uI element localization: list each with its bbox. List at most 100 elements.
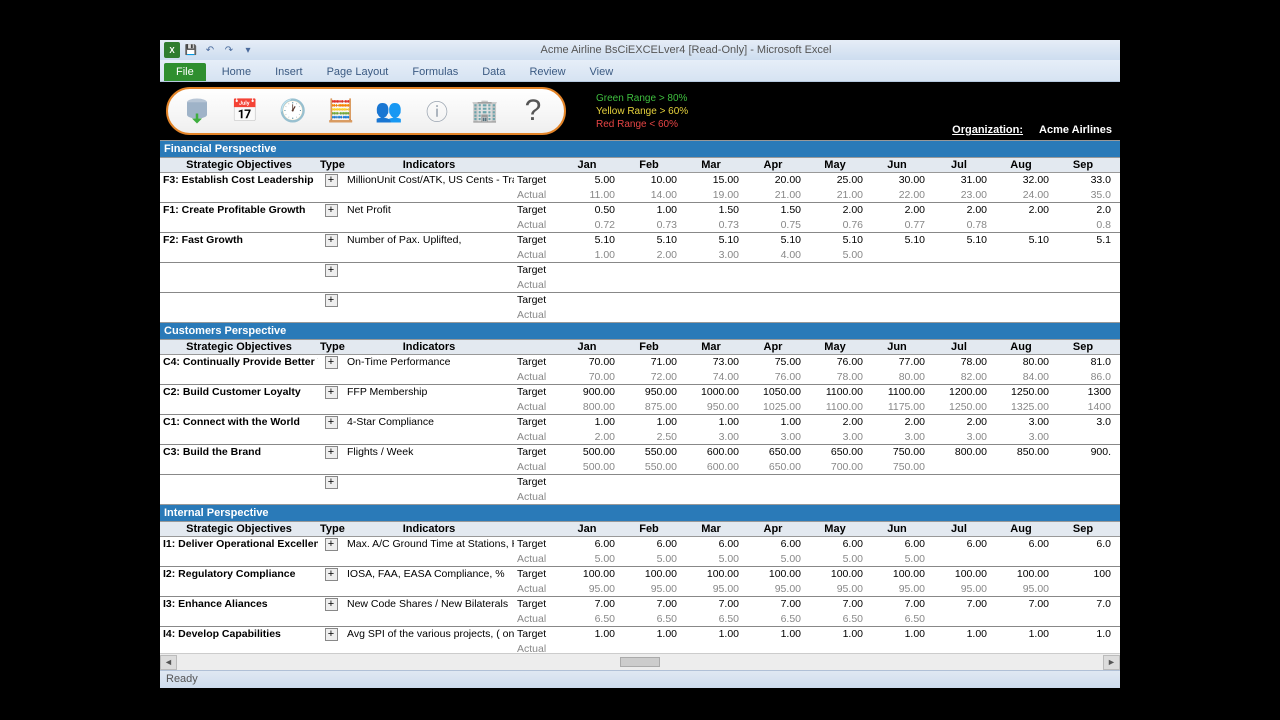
cell[interactable]: 5.10 bbox=[556, 233, 618, 248]
cell[interactable]: 500.00 bbox=[556, 445, 618, 460]
cell[interactable]: 74.00 bbox=[680, 370, 742, 384]
cell[interactable]: 95.00 bbox=[556, 582, 618, 596]
cell[interactable]: 2.00 bbox=[990, 203, 1052, 218]
cell[interactable]: 100.00 bbox=[866, 567, 928, 582]
cell[interactable] bbox=[1052, 642, 1114, 653]
tab-formulas[interactable]: Formulas bbox=[400, 63, 470, 81]
cell[interactable]: 5.00 bbox=[680, 552, 742, 566]
cell[interactable]: 6.50 bbox=[742, 612, 804, 626]
cell[interactable]: 100.00 bbox=[680, 567, 742, 582]
cell[interactable]: 1.00 bbox=[556, 248, 618, 262]
cell[interactable]: 2.00 bbox=[804, 415, 866, 430]
cell[interactable] bbox=[990, 490, 1052, 504]
users-icon[interactable]: 👥 bbox=[370, 92, 408, 130]
worksheet[interactable]: Financial PerspectiveStrategic Objective… bbox=[160, 140, 1120, 653]
cell[interactable] bbox=[1052, 552, 1114, 566]
cell[interactable]: 73.00 bbox=[680, 355, 742, 370]
cell[interactable]: 850.00 bbox=[990, 445, 1052, 460]
cell[interactable]: 800.00 bbox=[556, 400, 618, 414]
cell[interactable]: 2.0 bbox=[1052, 203, 1114, 218]
tab-data[interactable]: Data bbox=[470, 63, 517, 81]
cell[interactable]: 95.00 bbox=[990, 582, 1052, 596]
cell[interactable] bbox=[618, 308, 680, 322]
cell[interactable] bbox=[990, 218, 1052, 232]
cell[interactable] bbox=[866, 293, 928, 308]
cell[interactable] bbox=[928, 475, 990, 490]
cell[interactable]: 1100.00 bbox=[804, 400, 866, 414]
cell[interactable]: 1250.00 bbox=[990, 385, 1052, 400]
cell[interactable]: 75.00 bbox=[742, 355, 804, 370]
cell[interactable] bbox=[556, 308, 618, 322]
cell[interactable] bbox=[804, 263, 866, 278]
cell[interactable]: 1.00 bbox=[742, 415, 804, 430]
tab-view[interactable]: View bbox=[578, 63, 626, 81]
cell[interactable]: 6.50 bbox=[804, 612, 866, 626]
cell[interactable] bbox=[1052, 278, 1114, 292]
cell[interactable]: 2.00 bbox=[866, 415, 928, 430]
cell[interactable] bbox=[1052, 248, 1114, 262]
cell[interactable] bbox=[804, 308, 866, 322]
cell[interactable]: 0.78 bbox=[928, 218, 990, 232]
cell[interactable] bbox=[928, 248, 990, 262]
cell[interactable]: 875.00 bbox=[618, 400, 680, 414]
cell[interactable]: 15.00 bbox=[680, 173, 742, 188]
cell[interactable]: 10.00 bbox=[618, 173, 680, 188]
cell[interactable]: 1300 bbox=[1052, 385, 1114, 400]
tab-file[interactable]: File bbox=[164, 63, 206, 81]
scroll-left-icon[interactable]: ◄ bbox=[160, 655, 177, 670]
cell[interactable]: 0.8 bbox=[1052, 218, 1114, 232]
cell[interactable] bbox=[990, 278, 1052, 292]
cell[interactable] bbox=[680, 263, 742, 278]
cell[interactable]: 2.00 bbox=[804, 203, 866, 218]
cell[interactable]: 1.50 bbox=[680, 203, 742, 218]
expand-icon[interactable]: + bbox=[325, 174, 338, 187]
cell[interactable] bbox=[556, 293, 618, 308]
cell[interactable]: 5.1 bbox=[1052, 233, 1114, 248]
cell[interactable]: 0.73 bbox=[618, 218, 680, 232]
cell[interactable] bbox=[742, 293, 804, 308]
cell[interactable]: 6.50 bbox=[618, 612, 680, 626]
cell[interactable]: 650.00 bbox=[742, 460, 804, 474]
expand-icon[interactable]: + bbox=[325, 476, 338, 489]
calculator-icon[interactable]: 🧮 bbox=[322, 92, 360, 130]
cell[interactable] bbox=[1052, 293, 1114, 308]
redo-icon[interactable]: ↷ bbox=[221, 42, 237, 58]
cell[interactable]: 5.10 bbox=[618, 233, 680, 248]
cell[interactable]: 950.00 bbox=[618, 385, 680, 400]
cell[interactable]: 78.00 bbox=[928, 355, 990, 370]
cell[interactable]: 1.50 bbox=[742, 203, 804, 218]
cell[interactable]: 70.00 bbox=[556, 355, 618, 370]
cell[interactable]: 3.00 bbox=[804, 430, 866, 444]
scroll-thumb[interactable] bbox=[620, 657, 660, 667]
cell[interactable] bbox=[742, 278, 804, 292]
cell[interactable] bbox=[742, 308, 804, 322]
cell[interactable]: 100.00 bbox=[990, 567, 1052, 582]
cell[interactable] bbox=[990, 612, 1052, 626]
cell[interactable] bbox=[928, 293, 990, 308]
cell[interactable]: 5.10 bbox=[990, 233, 1052, 248]
cell[interactable]: 80.00 bbox=[866, 370, 928, 384]
cell[interactable]: 650.00 bbox=[742, 445, 804, 460]
cell[interactable]: 70.00 bbox=[556, 370, 618, 384]
cell[interactable]: 7.00 bbox=[804, 597, 866, 612]
cell[interactable]: 6.0 bbox=[1052, 537, 1114, 552]
expand-icon[interactable]: + bbox=[325, 294, 338, 307]
cell[interactable]: 6.00 bbox=[804, 537, 866, 552]
tab-page-layout[interactable]: Page Layout bbox=[315, 63, 401, 81]
cell[interactable]: 1.00 bbox=[618, 415, 680, 430]
cell[interactable] bbox=[680, 278, 742, 292]
cell[interactable]: 2.00 bbox=[928, 415, 990, 430]
cell[interactable] bbox=[990, 552, 1052, 566]
scroll-right-icon[interactable]: ► bbox=[1103, 655, 1120, 670]
cell[interactable]: 6.00 bbox=[680, 537, 742, 552]
cell[interactable]: 2.00 bbox=[556, 430, 618, 444]
cell[interactable] bbox=[618, 278, 680, 292]
cell[interactable]: 78.00 bbox=[804, 370, 866, 384]
cell[interactable]: 6.00 bbox=[742, 537, 804, 552]
cell[interactable]: 2.00 bbox=[618, 248, 680, 262]
buildings-icon[interactable]: 🏢 bbox=[466, 92, 504, 130]
cell[interactable] bbox=[618, 293, 680, 308]
cell[interactable]: 0.75 bbox=[742, 218, 804, 232]
cell[interactable]: 3.00 bbox=[990, 415, 1052, 430]
cell[interactable]: 2.00 bbox=[928, 203, 990, 218]
